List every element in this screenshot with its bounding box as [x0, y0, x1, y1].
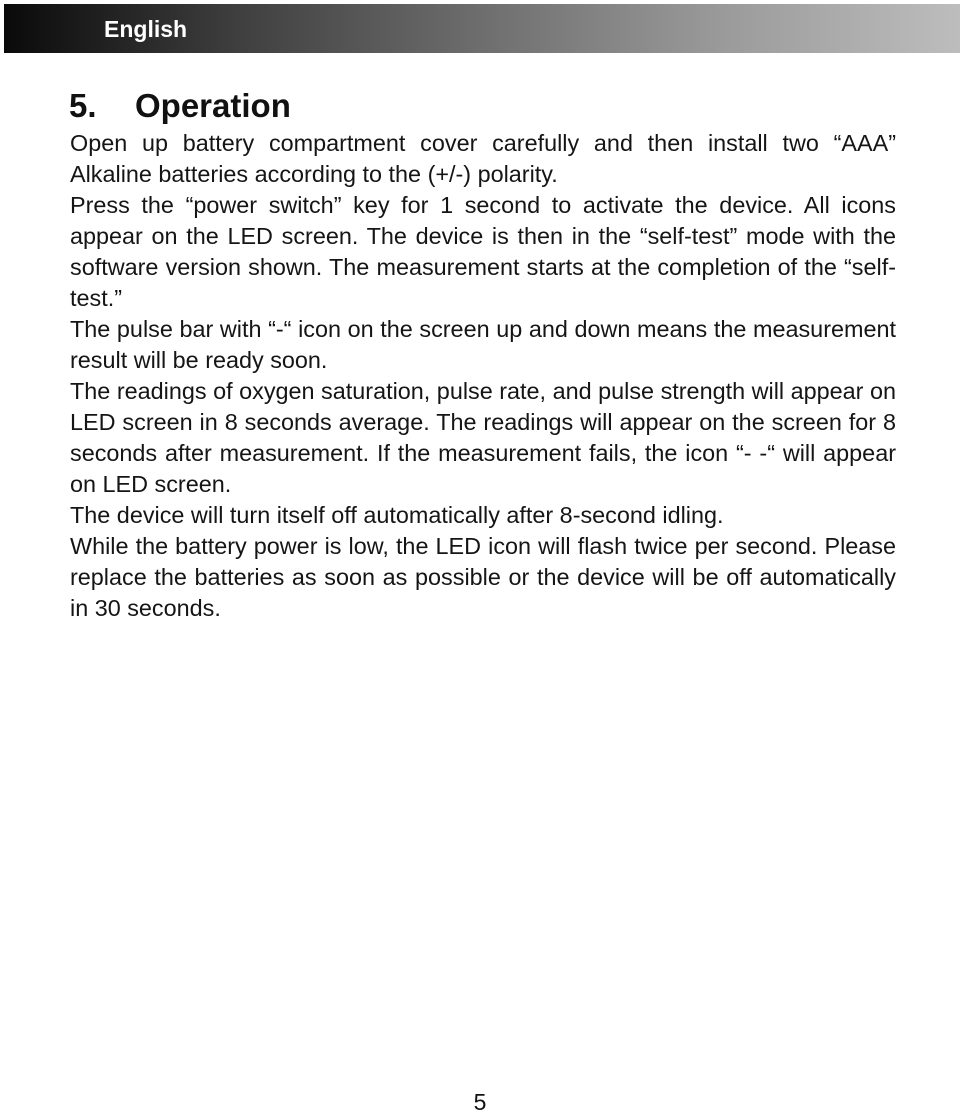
paragraph-low-battery: While the battery power is low, the LED … [70, 533, 896, 621]
paragraph-readings: The readings of oxygen saturation, pulse… [70, 378, 896, 497]
paragraph-battery-install: Open up battery compartment cover carefu… [70, 130, 896, 187]
paragraph-auto-off: The device will turn itself off automati… [70, 502, 724, 528]
paragraph-pulse-bar: The pulse bar with “-“ icon on the scree… [70, 316, 896, 373]
section-number: 5. [69, 87, 97, 124]
section-title-text: Operation [135, 87, 291, 124]
language-header-bar: English [4, 4, 960, 53]
page-number: 5 [473, 1089, 487, 1115]
paragraph-power-on: Press the “power switch” key for 1 secon… [70, 192, 896, 311]
section-title: 5. Operation [69, 86, 291, 126]
language-label: English [104, 16, 188, 42]
section-body: Open up battery compartment cover carefu… [70, 128, 896, 624]
